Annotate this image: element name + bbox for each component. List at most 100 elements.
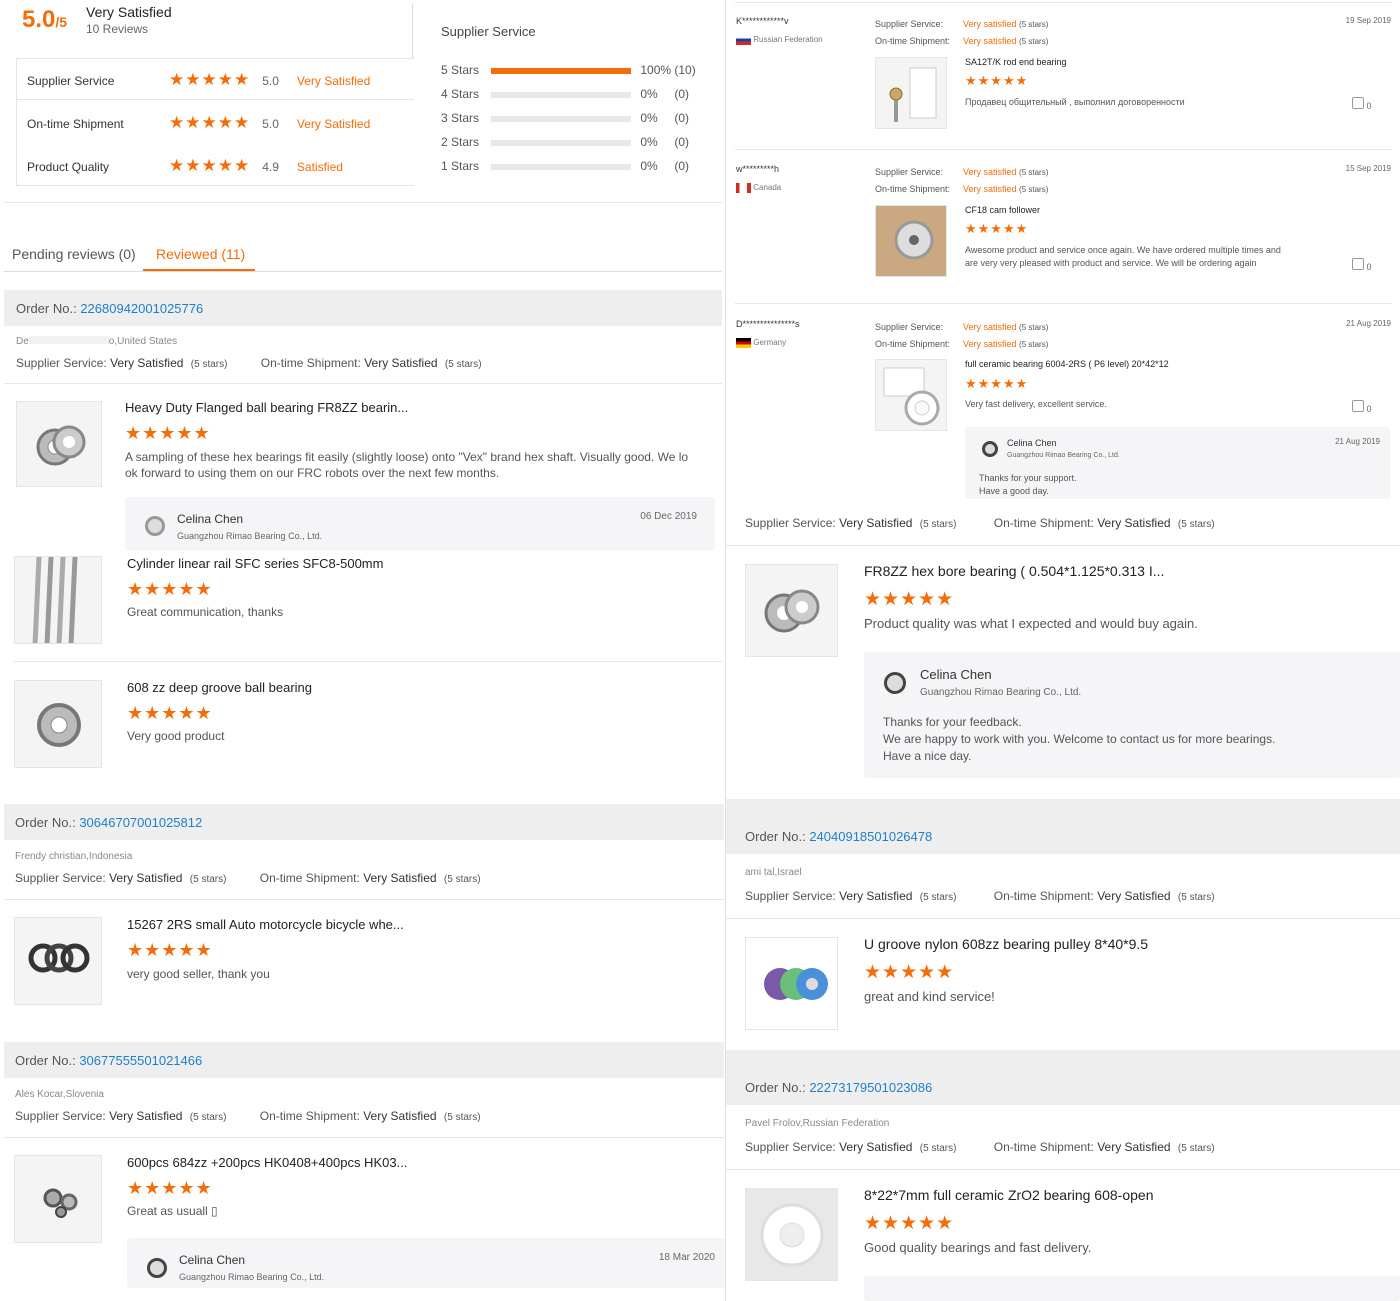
summary-divider [412,4,413,58]
section-gap [4,202,722,203]
rating-row-shipment: On-time Shipment ★★★★★ 5.0 Very Satisfied [27,113,371,132]
product-title[interactable]: 608 zz deep groove ball bearing [127,680,312,695]
product-image[interactable] [875,57,947,129]
reviewer-country: Russian Federation [736,35,823,45]
hist-row: 5 Stars 100% (10) [441,63,696,77]
product-title[interactable]: Heavy Duty Flanged ball bearing FR8ZZ be… [125,400,408,415]
supplier-service-title: Supplier Service [441,24,536,39]
product-title[interactable]: U groove nylon 608zz bearing pulley 8*40… [864,936,1148,952]
reply-text: Thanks for your feedback. We are happy to… [883,715,1276,763]
bearing-image [43,1188,78,1218]
review-date: 21 Aug 2019 [1346,319,1391,328]
product-image[interactable] [14,917,102,1005]
reply-text: Thanks for your support. Have a good day. [979,473,1077,496]
product-title[interactable]: Cylinder linear rail SFC series SFC8-500… [127,556,383,571]
tabs-divider [4,271,722,272]
order-number-link[interactable]: 22273179501023086 [809,1080,932,1095]
review-stars: ★★★★★ [965,221,1029,236]
divider [4,899,724,900]
product-image[interactable] [745,564,838,657]
review-text: Good quality bearings and fast delivery. [864,1240,1092,1255]
product-title[interactable]: full ceramic bearing 6004-2RS ( P6 level… [965,359,1169,369]
review-date: 19 Sep 2019 [1345,16,1391,25]
product-image[interactable] [745,937,838,1030]
reviewer-name: D***************s [736,319,800,329]
summary-label: Very Satisfied [86,4,172,20]
seller-name: Celina Chen [177,512,244,526]
product-title[interactable]: 15267 2RS small Auto motorcycle bicycle … [127,917,404,932]
review-count: 10 Reviews [86,22,149,36]
order-number-link[interactable]: 30646707001025812 [79,815,202,830]
product-title[interactable]: 600pcs 684zz +200pcs HK0408+400pcs HK03.… [127,1155,407,1170]
product-title[interactable]: CF18 cam follower [965,205,1040,215]
bearing-image [37,703,81,747]
review-date: 15 Sep 2019 [1345,164,1391,173]
order-bar: Order No.: 22680942001025776 [4,290,722,326]
thumbs-up-icon [1352,97,1364,109]
tab-reviewed[interactable]: Reviewed (11) [156,246,245,262]
product-title[interactable]: SA12T/K rod end bearing [965,57,1067,67]
review-stars: ★★★★★ [864,589,955,610]
seller-avatar [982,441,998,457]
review-stars: ★★★★★ [864,962,955,983]
flag-germany-icon [736,338,751,348]
order-ratings: Supplier Service: Very Satisfied (5 star… [15,871,481,885]
divider [735,149,1392,150]
order-ratings: Supplier Service: Very Satisfied (5 star… [16,356,482,370]
order-number-link[interactable]: 30677555501021466 [79,1053,202,1068]
divider [726,545,1400,546]
product-image[interactable] [875,359,947,431]
seller-reply: Celina Chen Guangzhou Rimao Bearing Co.,… [125,497,715,550]
review-text: Product quality was what I expected and … [864,616,1198,631]
product-title[interactable]: FR8ZZ hex bore bearing ( 0.504*1.125*0.3… [864,563,1164,579]
divider [4,1137,724,1138]
review-stars: ★★★★★ [965,376,1029,391]
like-button[interactable]: 0 [1352,400,1372,414]
review-stars: ★★★★★ [127,579,213,599]
seller-name: Celina Chen [920,667,992,682]
seller-avatar [884,672,906,694]
review-stars: ★★★★★ [127,1178,213,1198]
order-bar: Order No.: 30677555501021466 [4,1042,724,1078]
seller-name: Celina Chen [179,1253,246,1267]
order-bar: Order No.: 30646707001025812 [4,804,724,840]
product-image[interactable] [14,556,102,644]
product-title[interactable]: 8*22*7mm full ceramic ZrO2 bearing 608-o… [864,1187,1153,1203]
histogram: 5 Stars 100% (10) 4 Stars 0% (0) 3 Stars 0… [441,63,696,183]
tab-pending[interactable]: Pending reviews (0) [12,246,136,262]
product-image[interactable] [16,401,102,487]
divider [14,661,722,662]
like-button[interactable]: 0 [1352,258,1372,272]
review-stars: ★★★★★ [864,1213,955,1234]
buyer-info: Frendy christian,Indonesia [15,851,133,862]
cam-follower-image [876,206,946,276]
order-ratings: Supplier Service: Very Satisfied (5 star… [745,516,1215,530]
review-text: Great communication, thanks [127,605,284,619]
like-button[interactable]: 0 [1352,97,1372,111]
order-ratings: Supplier Service: Very Satisfied (5 star… [745,1140,1215,1154]
product-image[interactable] [875,205,947,277]
seller-reply: Celina Chen Guangzhou Rimao Bearing Co.,… [864,652,1400,778]
score: 5.0/5 [22,6,68,33]
flag-canada-icon [736,183,751,193]
product-image[interactable] [14,1155,102,1243]
reviewer-name: K************v [736,16,789,26]
seller-company: Guangzhou Rimao Bearing Co., Ltd. [177,531,323,541]
ratings-divider [16,99,414,100]
order-number-link[interactable]: 24040918501026478 [809,829,932,844]
product-image[interactable] [14,680,102,768]
seller-reply-partial [864,1276,1400,1301]
product-image[interactable] [745,1188,838,1281]
bearing-image [28,943,90,973]
hist-fill [491,67,632,74]
review-text: great and kind service! [864,989,995,1004]
reply-date: 06 Dec 2019 [640,511,697,522]
review-text: Продавец общительный , выполнил договоре… [965,97,1185,107]
review-ratings: Supplier Service: Very satisfied (5 stars… [875,19,1049,46]
hist-row: 4 Stars 0% (0) [441,87,690,101]
order-number-link[interactable]: 22680942001025776 [80,301,203,316]
column-separator [725,0,726,1301]
ceramic-bearing-image [883,367,940,426]
reviewer-country: Germany [736,338,786,348]
rating-row-quality: Product Quality ★★★★★ 4.9 Satisfied [27,156,343,175]
